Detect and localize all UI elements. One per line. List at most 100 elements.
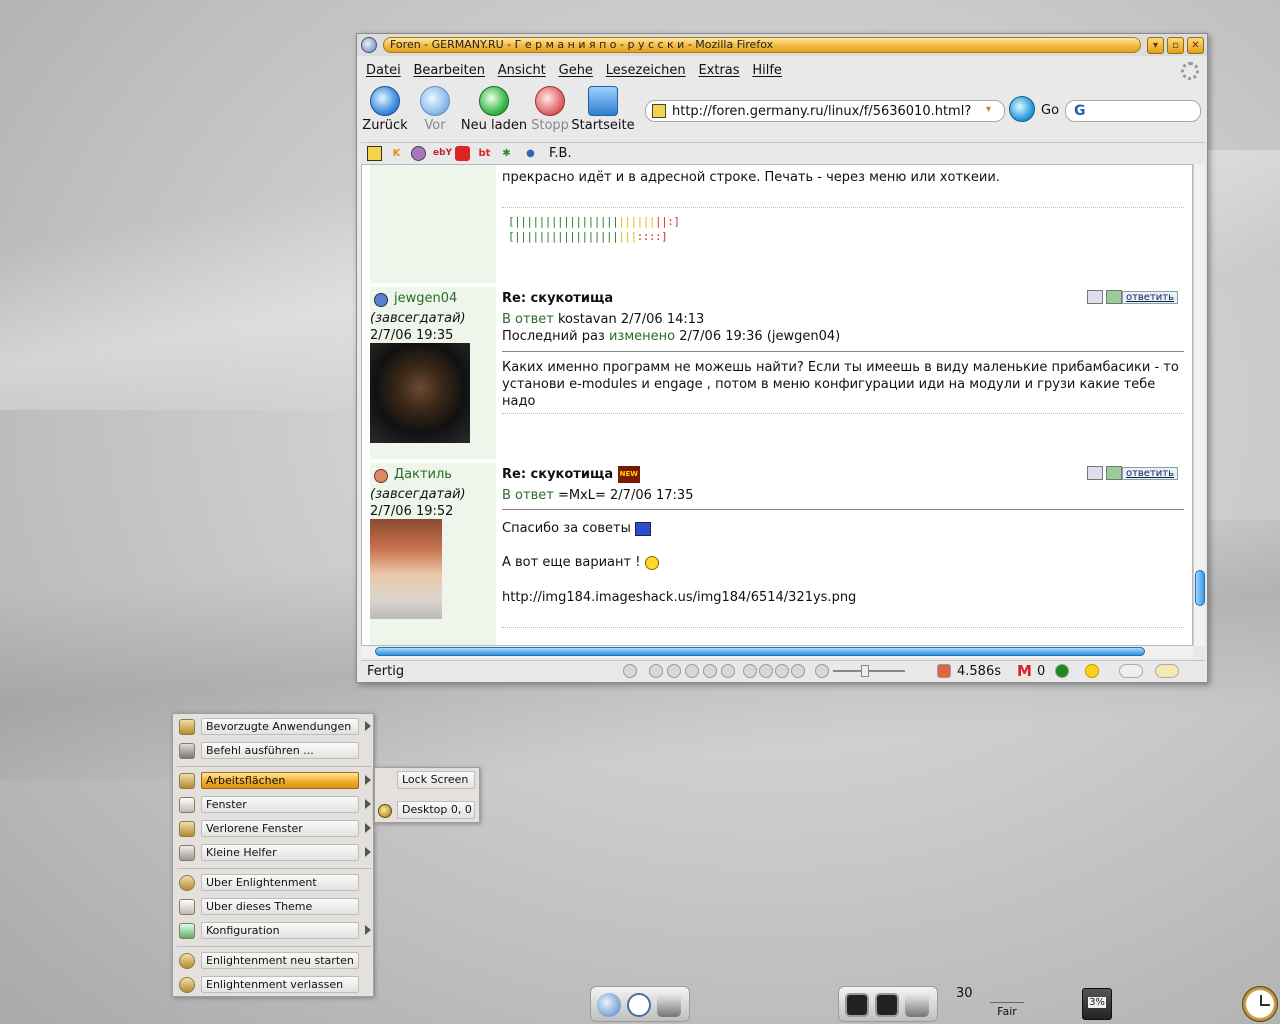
stop-button[interactable]: Stopp xyxy=(529,84,571,133)
sun-icon[interactable] xyxy=(1085,664,1099,678)
bookmark-k-icon[interactable]: K xyxy=(389,146,404,161)
volume-icon[interactable] xyxy=(815,664,829,678)
menu-item-label: Arbeitsflächen xyxy=(201,772,359,789)
media-pause-icon[interactable] xyxy=(685,664,699,678)
forward-button[interactable]: Vor xyxy=(413,84,457,133)
lock-screen-item[interactable]: Lock Screen xyxy=(397,771,475,789)
media-music-icon[interactable] xyxy=(623,664,637,678)
terminal-icon[interactable] xyxy=(845,993,869,1017)
post-subject: Re: скукотища xyxy=(502,291,614,306)
post-author[interactable]: jewgen04 xyxy=(394,291,457,306)
menu-item-run-command[interactable]: Befehl ausführen ... xyxy=(179,742,369,760)
menu-lesezeichen[interactable]: Lesezeichen xyxy=(606,60,686,82)
bookmark-fb[interactable]: F.B. xyxy=(549,146,572,161)
menu-extras[interactable]: Extras xyxy=(698,60,739,82)
menu-item-about-theme[interactable]: Uber dieses Theme xyxy=(179,898,369,916)
gmail-icon[interactable]: M xyxy=(1017,662,1032,680)
minimize-icon[interactable]: ▾ xyxy=(1147,37,1164,54)
bar-green: [||||||||||||||||| xyxy=(508,215,619,228)
bookmark-bt-icon[interactable]: bt xyxy=(477,146,492,161)
menu-item-configuration[interactable]: Konfiguration xyxy=(179,922,371,940)
battery-icon[interactable]: 3% xyxy=(1082,988,1112,1020)
bookmark-wiki-icon[interactable] xyxy=(411,146,426,161)
menu-item-about-e[interactable]: Uber Enlightenment xyxy=(179,874,369,892)
bookmark-gecko-icon[interactable]: ✱ xyxy=(499,146,514,161)
menu-datei[interactable]: Datei xyxy=(366,60,401,82)
vertical-scrollbar[interactable] xyxy=(1193,164,1205,646)
users-icon[interactable] xyxy=(1105,290,1122,304)
media-next-icon[interactable] xyxy=(721,664,735,678)
print-icon[interactable] xyxy=(1086,290,1103,304)
menu-item-gadgets[interactable]: Kleine Helfer xyxy=(179,844,371,862)
forward-arrow-icon xyxy=(420,86,450,116)
page-content: прекрасно идёт и в адресной строке. Печа… xyxy=(361,164,1193,646)
menu-item-exit[interactable]: Enlightenment verlassen xyxy=(179,976,369,994)
desktop-0-0-item[interactable]: Desktop 0, 0 xyxy=(397,801,475,819)
reply-to-link[interactable]: В ответ xyxy=(502,488,554,503)
bookmark-ebay-icon[interactable]: ebY xyxy=(433,146,452,161)
reply-to-link[interactable]: В ответ xyxy=(502,312,554,327)
menu-item-windows[interactable]: Fenster xyxy=(179,796,371,814)
window-menu-icon[interactable] xyxy=(361,37,377,53)
go-button[interactable] xyxy=(1009,96,1035,122)
menu-gehe[interactable]: Gehe xyxy=(559,60,593,82)
url-bar[interactable]: http://foren.germany.ru/linux/f/5636010.… xyxy=(645,100,1005,122)
timer-fox-icon[interactable] xyxy=(937,664,951,678)
go-label[interactable]: Go xyxy=(1041,103,1059,118)
post-body-link[interactable]: http://img184.imageshack.us/img184/6514/… xyxy=(502,589,1184,606)
users-icon[interactable] xyxy=(1105,466,1122,480)
reload-button[interactable]: Neu laden xyxy=(459,84,529,133)
close-icon[interactable]: ✕ xyxy=(1187,37,1204,54)
browser-launcher-icon[interactable] xyxy=(597,993,621,1017)
home-button[interactable]: Startseite xyxy=(571,84,635,133)
horizontal-scrollbar[interactable] xyxy=(361,646,1193,658)
edited-link[interactable]: изменено xyxy=(609,329,675,344)
media-down-icon[interactable] xyxy=(791,664,805,678)
volume-slider[interactable] xyxy=(833,670,905,672)
user-online-icon xyxy=(374,293,388,307)
horizontal-scroll-thumb[interactable] xyxy=(375,647,1145,656)
menu-item-desktops[interactable]: Arbeitsflächen xyxy=(179,772,371,790)
menu-item-lost-windows[interactable]: Verlorene Fenster xyxy=(179,820,371,838)
maximize-icon[interactable]: ▫ xyxy=(1167,37,1184,54)
post-reply-info: В ответ =MxL= 2/7/06 17:35 xyxy=(502,487,1184,504)
bookmark-pin-icon[interactable]: ● xyxy=(523,146,538,161)
url-text[interactable]: http://foren.germany.ru/linux/f/5636010.… xyxy=(672,104,972,119)
post-author[interactable]: Дактиль xyxy=(394,467,452,482)
url-dropdown-icon[interactable]: ▾ xyxy=(986,104,1000,118)
reply-button[interactable]: ответить xyxy=(1121,290,1178,304)
google-search-icon[interactable]: G xyxy=(1074,103,1086,119)
media-eject-icon[interactable] xyxy=(759,664,773,678)
post-actions: ответить xyxy=(1084,466,1178,480)
back-button[interactable]: Zurück xyxy=(361,84,409,133)
partly-cloudy-icon[interactable] xyxy=(1155,664,1179,678)
menu-separator xyxy=(177,946,371,947)
menu-item-restart[interactable]: Enlightenment neu starten xyxy=(179,952,369,970)
bookmark-flame-icon[interactable] xyxy=(455,146,470,161)
menu-ansicht[interactable]: Ansicht xyxy=(498,60,546,82)
menu-item-favorite-apps[interactable]: Bevorzugte Anwendungen xyxy=(179,718,371,736)
print-icon[interactable] xyxy=(1086,466,1103,480)
menu-bearbeiten[interactable]: Bearbeiten xyxy=(414,60,485,82)
power-icon xyxy=(179,977,195,993)
menu-hilfe[interactable]: Hilfe xyxy=(752,60,782,82)
media-stop-icon[interactable] xyxy=(703,664,717,678)
title-bar[interactable]: Foren - GERMANY.RU - Г е р м а н и я п о… xyxy=(357,34,1207,56)
cloudy-icon[interactable] xyxy=(1119,664,1143,678)
vertical-scroll-thumb[interactable] xyxy=(1195,570,1205,606)
clock-launcher-icon[interactable] xyxy=(627,993,651,1017)
media-prev-icon[interactable] xyxy=(649,664,663,678)
clock-icon[interactable] xyxy=(1242,986,1278,1022)
volume-slider-knob[interactable] xyxy=(861,665,869,677)
search-bar[interactable]: G xyxy=(1065,100,1201,122)
gimp-icon[interactable] xyxy=(905,993,929,1017)
green-status-icon[interactable] xyxy=(1055,664,1069,678)
media-play-icon[interactable] xyxy=(667,664,681,678)
bookmark-germany-icon[interactable] xyxy=(367,146,382,161)
terminal-icon[interactable] xyxy=(875,993,899,1017)
reply-button[interactable]: ответить xyxy=(1121,466,1178,480)
media-note-icon[interactable] xyxy=(743,664,757,678)
post-body-line: Спасибо за советы xyxy=(502,520,1184,537)
gimp-launcher-icon[interactable] xyxy=(657,993,681,1017)
media-up-icon[interactable] xyxy=(775,664,789,678)
